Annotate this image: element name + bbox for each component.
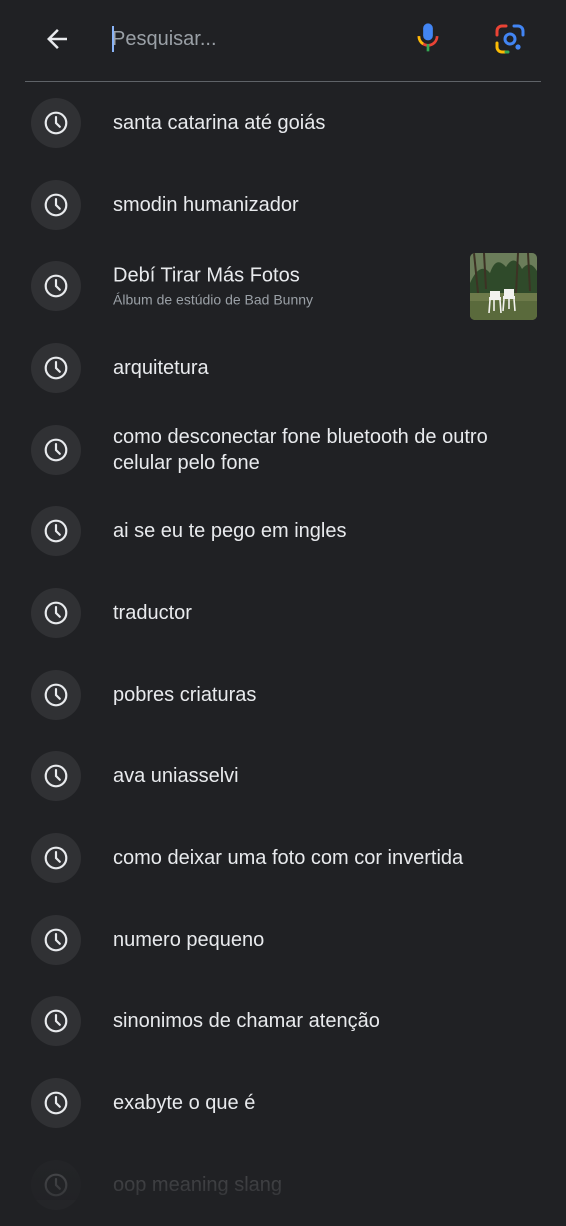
clock-history-icon <box>31 751 81 802</box>
clock-history-icon <box>31 506 81 557</box>
clock-history-icon <box>31 996 81 1047</box>
history-item-label: numero pequeno <box>113 928 265 951</box>
search-input[interactable] <box>112 22 392 56</box>
history-item[interactable]: smodin humanizador <box>0 164 566 246</box>
history-item-label: como deixar uma foto com cor invertida <box>113 847 464 870</box>
history-item-label: Debí Tirar Más Fotos <box>113 264 300 287</box>
history-item[interactable]: sinonimos de chamar atenção <box>0 981 566 1063</box>
history-item-label: pobres criaturas <box>113 683 257 706</box>
history-item[interactable]: exabyte o que é <box>0 1062 566 1144</box>
history-item-label: arquitetura <box>113 356 209 379</box>
history-item[interactable]: ava uniasselvi <box>0 736 566 818</box>
arrow-back-icon[interactable] <box>36 18 78 60</box>
clock-history-icon <box>31 914 81 965</box>
clock-history-icon <box>31 833 81 884</box>
history-item[interactable]: numero pequeno <box>0 899 566 981</box>
history-item-subtitle: Álbum de estúdio de Bad Bunny <box>113 291 314 308</box>
history-item[interactable]: como deixar uma foto com cor invertida <box>0 817 566 899</box>
clock-history-icon <box>31 424 81 475</box>
clock-history-icon <box>31 342 81 393</box>
text-cursor <box>112 26 114 52</box>
history-item-text: Debí Tirar Más Fotos Álbum de estúdio de… <box>113 263 526 310</box>
history-item-label: ava uniasselvi <box>113 765 239 788</box>
history-item-label: sinonimos de chamar atenção <box>113 1010 380 1033</box>
clock-history-icon <box>31 669 81 720</box>
search-history-list: santa catarina até goiás smodin humaniza… <box>0 82 566 1226</box>
microphone-icon[interactable] <box>408 18 448 58</box>
google-lens-icon[interactable] <box>489 18 531 60</box>
history-item-label: traductor <box>113 601 192 624</box>
clock-history-icon <box>31 97 81 148</box>
clock-history-icon <box>31 1159 81 1210</box>
history-item-label: oop meaning slang <box>113 1173 283 1196</box>
history-item[interactable]: Debí Tirar Más Fotos Álbum de estúdio de… <box>0 245 566 327</box>
history-item[interactable]: como desconectar fone bluetooth de outro… <box>0 409 566 491</box>
clock-history-icon <box>31 1078 81 1129</box>
history-item[interactable]: santa catarina até goiás <box>0 82 566 164</box>
history-item[interactable]: pobres criaturas <box>0 654 566 736</box>
history-item-label: ai se eu te pego em ingles <box>113 520 347 543</box>
history-item-label: como desconectar fone bluetooth de outro… <box>113 425 488 474</box>
clock-history-icon <box>31 261 81 312</box>
album-cover-thumbnail[interactable] <box>470 253 537 321</box>
search-header <box>0 0 566 82</box>
history-item-label: exabyte o que é <box>113 1092 256 1115</box>
history-item[interactable]: arquitetura <box>0 327 566 409</box>
history-item[interactable]: traductor <box>0 572 566 654</box>
clock-history-icon <box>31 587 81 638</box>
history-item[interactable]: ai se eu te pego em ingles <box>0 490 566 572</box>
clock-history-icon <box>31 179 81 230</box>
history-item-label: smodin humanizador <box>113 193 299 216</box>
history-item[interactable]: oop meaning slang <box>0 1144 566 1226</box>
history-item-label: santa catarina até goiás <box>113 111 326 134</box>
